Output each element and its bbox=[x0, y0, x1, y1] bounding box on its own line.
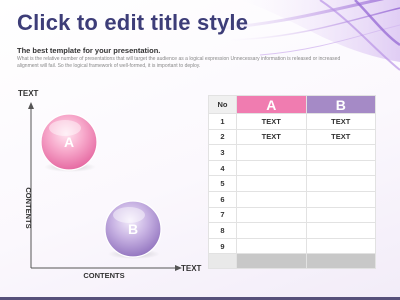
x-axis-label: CONTENTS bbox=[83, 271, 124, 280]
table-row: 4 bbox=[208, 159, 376, 177]
header-b[interactable]: B bbox=[305, 95, 376, 114]
row-number[interactable]: 5 bbox=[208, 175, 237, 192]
cell-a[interactable] bbox=[236, 159, 307, 177]
footer-cell bbox=[236, 253, 307, 270]
table-row: 3 bbox=[208, 144, 376, 161]
table-row: 7 bbox=[208, 206, 376, 224]
table-row: 2 TEXT TEXT bbox=[208, 128, 376, 146]
cell-a[interactable] bbox=[236, 237, 307, 255]
table-header-row: No A B bbox=[208, 95, 376, 114]
x-axis-end-label: TEXT bbox=[181, 264, 202, 273]
table-footer-row bbox=[208, 253, 376, 270]
row-number[interactable]: 7 bbox=[208, 206, 237, 224]
header-a[interactable]: A bbox=[236, 95, 307, 114]
table-row: 5 bbox=[208, 175, 376, 192]
cell-a[interactable] bbox=[236, 144, 307, 161]
cell-a[interactable] bbox=[236, 206, 307, 224]
y-axis-label: TEXT bbox=[18, 89, 39, 98]
cell-a[interactable] bbox=[236, 222, 307, 239]
y-axis-arrow bbox=[28, 102, 34, 109]
bubble-a-label: A bbox=[64, 134, 74, 150]
cell-a[interactable] bbox=[236, 175, 307, 192]
cell-b[interactable] bbox=[305, 190, 376, 208]
row-number[interactable]: 9 bbox=[208, 237, 237, 255]
cell-b[interactable] bbox=[305, 222, 376, 239]
footer-cell bbox=[208, 253, 237, 270]
table-row: 8 bbox=[208, 222, 376, 239]
row-number[interactable]: 6 bbox=[208, 190, 237, 208]
table-row: 6 bbox=[208, 190, 376, 208]
header-no[interactable]: No bbox=[208, 95, 237, 114]
cell-b[interactable]: TEXT bbox=[305, 128, 376, 146]
row-number[interactable]: 2 bbox=[208, 128, 237, 146]
footer-cell bbox=[305, 253, 376, 270]
cell-a[interactable] bbox=[236, 190, 307, 208]
cell-a[interactable]: TEXT bbox=[236, 113, 307, 130]
data-table: No A B 1 TEXT TEXT 2 TEXT TEXT 3 4 5 6 7… bbox=[208, 95, 376, 270]
row-number[interactable]: 1 bbox=[208, 113, 237, 130]
row-number[interactable]: 4 bbox=[208, 159, 237, 177]
cell-b[interactable] bbox=[305, 237, 376, 255]
cell-b[interactable] bbox=[305, 175, 376, 192]
cell-b[interactable] bbox=[305, 159, 376, 177]
y-axis-vertical-label: CONTENTS bbox=[24, 187, 33, 228]
table-row: 9 bbox=[208, 237, 376, 255]
bubble-b-label: B bbox=[128, 221, 138, 237]
cell-b[interactable] bbox=[305, 206, 376, 224]
cell-b[interactable] bbox=[305, 144, 376, 161]
row-number[interactable]: 3 bbox=[208, 144, 237, 161]
cell-b[interactable]: TEXT bbox=[305, 113, 376, 130]
cell-a[interactable]: TEXT bbox=[236, 128, 307, 146]
table-row: 1 TEXT TEXT bbox=[208, 113, 376, 130]
row-number[interactable]: 8 bbox=[208, 222, 237, 239]
